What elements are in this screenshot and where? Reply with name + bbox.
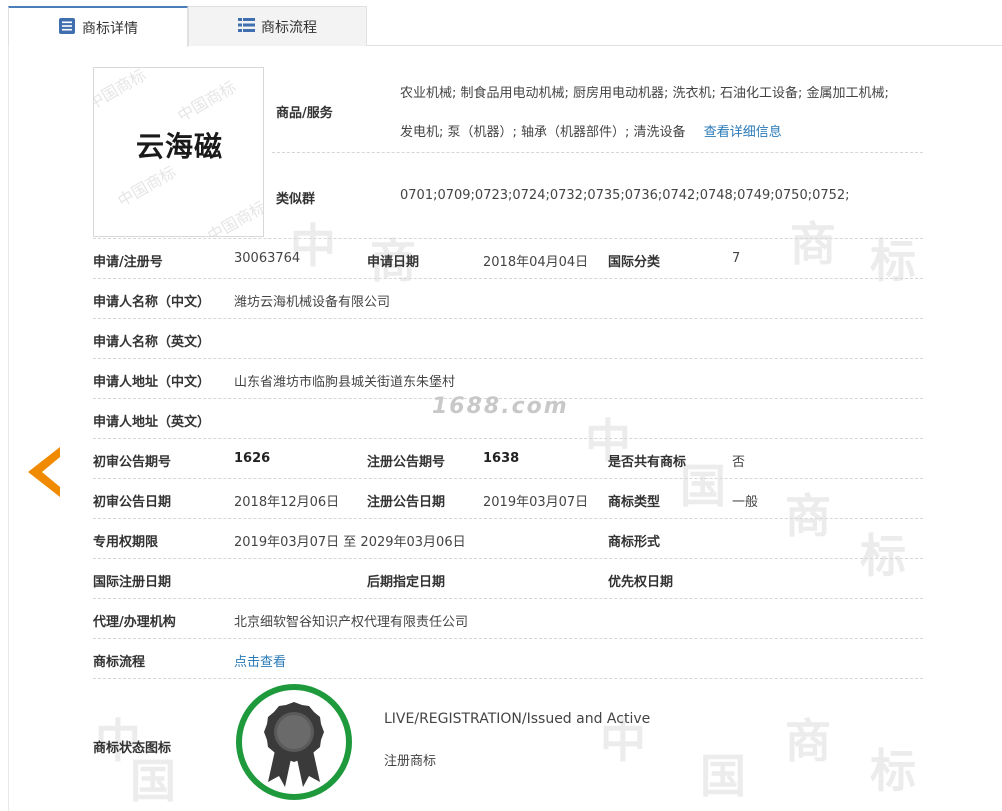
grid-list-icon — [238, 17, 255, 37]
logo-watermark: 中国商标 — [114, 162, 180, 211]
term-label: 专用权期限 — [93, 535, 159, 550]
goods-services-label: 商品/服务 — [276, 106, 333, 121]
divider — [93, 678, 923, 679]
trademark-image: 中国商标 中国商标 中国商标 中国商标 云海磁 — [93, 67, 264, 237]
status-text-en: LIVE/REGISTRATION/Issued and Active — [384, 711, 651, 727]
reg-pub-date-label: 注册公告日期 — [367, 495, 446, 510]
status-badge — [236, 684, 352, 800]
goods-services-line1: 农业机械; 制食品用电动机械; 厨房用电动机器; 洗衣机; 石油化工设备; 金属… — [400, 86, 889, 101]
agent-label: 代理/办理机构 — [93, 615, 176, 630]
priority-date-label: 优先权日期 — [608, 575, 674, 590]
award-ribbon-icon — [264, 702, 324, 787]
view-details-link[interactable]: 查看详细信息 — [704, 125, 782, 140]
goods-services-text: 发电机; 泵（机器）; 轴承（机器部件）; 清洗设备 — [400, 125, 686, 140]
tab-bar: 商标详情 商标流程 — [8, 6, 1002, 47]
divider — [93, 478, 923, 479]
tm-type-label: 商标类型 — [608, 495, 661, 510]
divider — [93, 278, 923, 279]
tm-form-label: 商标形式 — [608, 535, 661, 550]
prev-arrow-button[interactable] — [28, 447, 60, 497]
trademark-logo-text: 云海磁 — [135, 130, 223, 163]
similar-group-value: 0701;0709;0723;0724;0732;0735;0736;0742;… — [400, 188, 850, 203]
divider — [93, 638, 923, 639]
prelim-date-value: 2018年12月06日 — [234, 495, 340, 510]
logo-watermark: 中国商标 — [204, 197, 264, 237]
flow-label: 商标流程 — [93, 655, 146, 670]
view-flow-link[interactable]: 点击查看 — [234, 651, 286, 670]
chevron-left-icon — [28, 447, 60, 497]
divider — [93, 238, 923, 239]
intl-class-label: 国际分类 — [608, 255, 661, 270]
applicant-cn-label: 申请人名称（中文） — [93, 295, 211, 310]
logo-watermark: 中国商标 — [174, 77, 240, 126]
applicant-cn-value: 潍坊云海机械设备有限公司 — [234, 295, 391, 310]
reg-pub-no-value: 1638 — [483, 451, 520, 466]
document-list-icon — [58, 17, 76, 39]
prelim-no-label: 初审公告期号 — [93, 455, 172, 470]
tab-trademark-detail[interactable]: 商标详情 — [8, 6, 188, 47]
logo-watermark: 中国商标 — [93, 67, 150, 114]
intl-class-value: 7 — [732, 251, 741, 266]
similar-group-label: 类似群 — [276, 192, 316, 207]
reg-no-label: 申请/注册号 — [93, 255, 163, 270]
intl-reg-date-label: 国际注册日期 — [93, 575, 172, 590]
reg-pub-no-label: 注册公告期号 — [367, 455, 446, 470]
status-icon-label: 商标状态图标 — [93, 741, 172, 756]
prelim-no-value: 1626 — [234, 451, 271, 466]
apply-date-value: 2018年04月04日 — [483, 255, 589, 270]
divider — [93, 518, 923, 519]
shared-label: 是否共有商标 — [608, 455, 687, 470]
term-value: 2019年03月07日 至 2029年03月06日 — [234, 535, 466, 550]
tm-type-value: 一般 — [732, 495, 759, 510]
agent-value: 北京细软智谷知识产权代理有限责任公司 — [234, 615, 469, 630]
divider — [93, 438, 923, 439]
site-watermark: 1688.com — [432, 394, 569, 419]
tab-trademark-flow[interactable]: 商标流程 — [188, 6, 367, 46]
prelim-date-label: 初审公告日期 — [93, 495, 172, 510]
reg-no-value: 30063764 — [234, 251, 301, 266]
divider — [93, 358, 923, 359]
divider — [93, 558, 923, 559]
goods-services-line2: 发电机; 泵（机器）; 轴承（机器部件）; 清洗设备 查看详细信息 — [400, 121, 782, 140]
address-cn-value: 山东省潍坊市临朐县城关街道东朱堡村 — [234, 375, 456, 390]
later-date-label: 后期指定日期 — [367, 575, 446, 590]
divider — [93, 318, 923, 319]
divider — [93, 598, 923, 599]
divider — [272, 152, 923, 153]
tab-label: 商标流程 — [261, 19, 317, 36]
address-cn-label: 申请人地址（中文） — [93, 375, 211, 390]
status-text-cn: 注册商标 — [384, 754, 437, 769]
tab-label: 商标详情 — [82, 20, 138, 37]
address-en-label: 申请人地址（英文） — [93, 415, 211, 430]
applicant-en-label: 申请人名称（英文） — [93, 335, 211, 350]
apply-date-label: 申请日期 — [367, 255, 420, 270]
reg-pub-date-value: 2019年03月07日 — [483, 495, 589, 510]
shared-value: 否 — [732, 455, 746, 470]
